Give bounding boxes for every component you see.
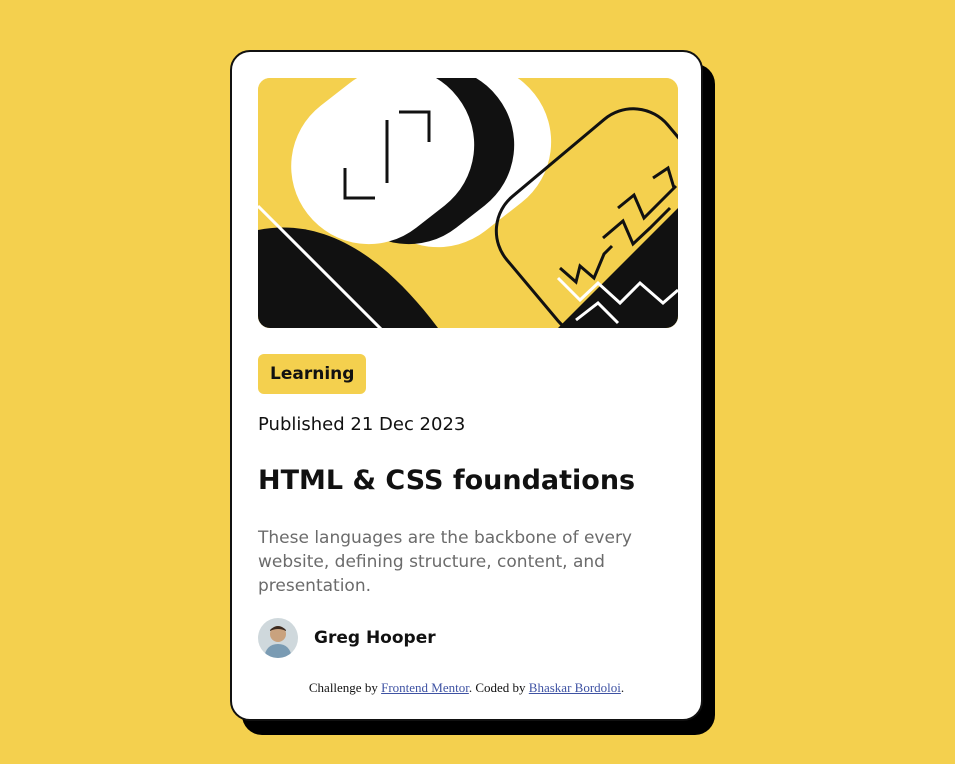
blog-preview-card: Learning Published 21 Dec 2023 HTML & CS… [230,50,703,721]
author-name: Greg Hooper [314,628,436,648]
attribution: Challenge by Frontend Mentor. Coded by B… [232,680,701,696]
category-tag-label: Learning [270,364,355,384]
abstract-illustration-icon [258,78,678,328]
attribution-middle: . Coded by [468,680,529,695]
card-title[interactable]: HTML & CSS foundations [258,465,635,496]
author: Greg Hooper [258,618,436,658]
attribution-prefix: Challenge by [308,680,382,695]
author-credit-link[interactable]: Bhaskar Bordoloi [529,680,621,695]
card-description: These languages are the backbone of ever… [258,528,632,596]
attribution-suffix: . [620,680,625,695]
frontend-mentor-link[interactable]: Frontend Mentor [381,680,469,695]
avatar-photo-icon [258,618,298,658]
category-tag: Learning [258,354,367,394]
published-date: Published 21 Dec 2023 [258,414,466,435]
hero-illustration [258,78,678,328]
